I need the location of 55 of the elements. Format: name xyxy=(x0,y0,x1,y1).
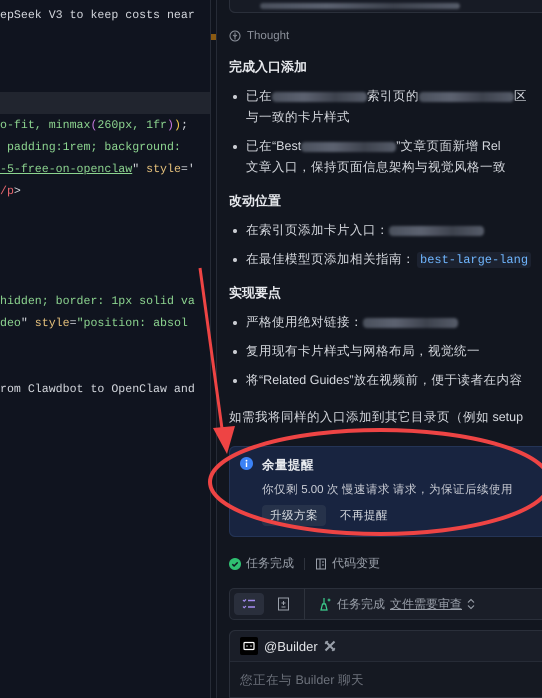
bullet-text: 索引页的 xyxy=(367,88,419,105)
bullet-dot xyxy=(233,258,237,262)
modified-marker xyxy=(211,34,216,40)
bullet-text: 严格使用绝对链接： xyxy=(246,314,363,331)
tasks-tab[interactable] xyxy=(234,593,264,615)
bullet-text: 区 xyxy=(514,88,527,105)
code-line: deo" style="position: absol xyxy=(0,316,188,330)
thought-label: Thought xyxy=(247,30,290,42)
file-plus-icon xyxy=(276,597,290,611)
checklist-icon xyxy=(242,597,256,611)
code-line: -5-free-on-openclaw" style=' xyxy=(0,162,195,176)
closing-text: 如需我将同样的入口添加到其它目录页（例如 setup xyxy=(229,409,524,426)
bot-icon xyxy=(240,637,258,655)
check-circle-icon xyxy=(229,558,241,570)
bullet-dot xyxy=(233,379,237,383)
code-changes-link[interactable]: 代码变更 xyxy=(332,555,380,572)
bullet-dot xyxy=(233,95,237,99)
bullet-dot xyxy=(233,145,237,149)
upgrade-button[interactable]: 升级方案 xyxy=(262,505,326,526)
inline-code: best-large-lang xyxy=(417,252,532,268)
code-line: padding:1rem; background: xyxy=(6,140,182,154)
bullet-text: 与一致的卡片样式 xyxy=(246,109,350,126)
code-line: rom Clawdbot to OpenClaw and xyxy=(0,382,195,396)
task-status: 任务完成 xyxy=(337,596,385,612)
notice-title: 余量提醒 xyxy=(262,457,315,474)
chevron-updown-icon[interactable] xyxy=(467,598,475,610)
review-files-link[interactable]: 文件需要审查 xyxy=(390,596,462,612)
bullet-text: 已在“Best xyxy=(246,138,302,155)
tools-icon[interactable] xyxy=(324,640,336,652)
bullet-dot xyxy=(233,350,237,354)
bullet-text: 在最佳模型页添加相关指南： xyxy=(246,251,415,268)
bullet-text: 文章入口，保持页面信息架构与视觉风格一致 xyxy=(246,159,506,176)
code-line: epSeek V3 to keep costs near xyxy=(0,8,195,22)
chat-input-field[interactable]: 您正在与 Builder 聊天 xyxy=(230,661,542,697)
bullet-text: 将“Related Guides”放在视频前，便于读者在内容 xyxy=(246,372,522,389)
bullet-text: 复用现有卡片样式与网格布局，视觉统一 xyxy=(246,343,480,360)
section-heading: 实现要点 xyxy=(229,284,282,302)
info-icon xyxy=(240,457,253,470)
bullet-dot xyxy=(233,229,237,233)
code-line: o-fit, minmax(260px, 1fr)); xyxy=(0,118,188,132)
bullet-dot xyxy=(233,321,237,325)
section-heading: 完成入口添加 xyxy=(229,58,308,76)
task-status: 任务完成 xyxy=(246,555,294,572)
agent-name: @Builder xyxy=(264,638,318,654)
bullet-text: 在索引页添加卡片入口： xyxy=(246,222,389,239)
bullet-text: ”文章页面新增 Rel xyxy=(396,138,501,155)
code-line: hidden; border: 1px solid va xyxy=(0,294,195,308)
section-heading: 改动位置 xyxy=(229,192,282,210)
notice-message: 你仅剩 5.00 次 慢速请求 请求，为保证后续使用 xyxy=(262,482,514,497)
code-line: /p> xyxy=(0,184,21,198)
bullet-text: 已在 xyxy=(246,88,272,105)
document-icon xyxy=(315,558,327,570)
dismiss-button[interactable]: 不再提醒 xyxy=(332,505,396,526)
bulb-icon xyxy=(229,30,241,42)
broom-icon xyxy=(319,597,332,611)
